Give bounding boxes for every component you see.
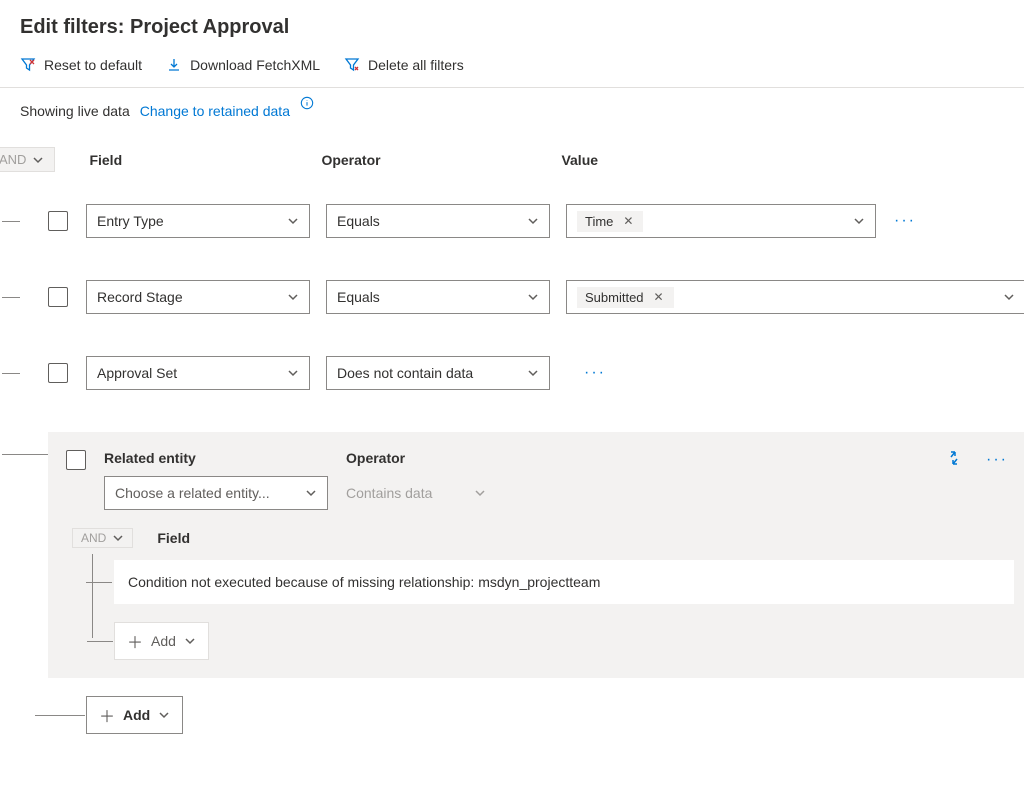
change-to-retained-data-link[interactable]: Change to retained data [140, 103, 290, 119]
delete-all-filters-button[interactable]: Delete all filters [344, 57, 464, 73]
row-more-button[interactable]: ··· [578, 364, 612, 382]
divider [0, 87, 1024, 88]
value-tag: Submitted ✕ [577, 287, 674, 308]
showing-live-data-label: Showing live data [20, 103, 130, 119]
chevron-down-icon [32, 154, 44, 166]
chevron-down-icon [287, 367, 299, 379]
related-more-button[interactable]: ··· [980, 451, 1014, 469]
chevron-down-icon [287, 215, 299, 227]
download-fetchxml-button[interactable]: Download FetchXML [166, 57, 320, 73]
download-icon [166, 57, 182, 73]
chevron-down-icon [112, 532, 124, 544]
chevron-down-icon [853, 215, 865, 227]
related-entity-group: Related entity Choose a related entity..… [48, 432, 1024, 678]
row-more-button[interactable]: ··· [888, 212, 922, 230]
filter-group: AND Field Operator Value Entry Type [20, 147, 1004, 734]
page-title: Edit filters: Project Approval [20, 16, 1004, 39]
plus-icon: ＋ [127, 629, 143, 653]
inner-add-button[interactable]: ＋ Add [114, 622, 209, 660]
row-checkbox[interactable] [48, 211, 68, 231]
chevron-down-icon [158, 709, 170, 721]
remove-tag-icon[interactable]: ✕ [652, 290, 666, 304]
related-entity-label: Related entity [104, 450, 328, 466]
toolbar: Reset to default Download FetchXML Delet… [20, 57, 1004, 73]
chevron-down-icon [527, 291, 539, 303]
chevron-down-icon [474, 487, 486, 499]
data-mode-row: Showing live data Change to retained dat… [20, 102, 1004, 119]
reset-to-default-button[interactable]: Reset to default [20, 57, 142, 73]
related-operator-label: Operator [346, 450, 496, 466]
condition-row: Entry Type Equals Time ✕ ··· [20, 204, 1024, 238]
chevron-down-icon [287, 291, 299, 303]
row-checkbox[interactable] [66, 450, 86, 470]
group-operator-chip[interactable]: AND [0, 147, 55, 172]
row-checkbox[interactable] [48, 363, 68, 383]
filter-delete-icon [344, 57, 360, 73]
remove-tag-icon[interactable]: ✕ [621, 214, 635, 228]
column-header-operator: Operator [321, 152, 561, 168]
value-tag: Time ✕ [577, 211, 643, 232]
condition-row: Approval Set Does not contain data ··· [20, 356, 1024, 390]
info-icon[interactable] [300, 96, 314, 113]
operator-select[interactable]: Equals [326, 204, 550, 238]
column-header-field: Field [89, 152, 321, 168]
plus-icon: ＋ [99, 703, 115, 727]
condition-error-message: Condition not executed because of missin… [114, 560, 1014, 604]
inner-group-operator-chip[interactable]: AND [72, 528, 133, 548]
inner-field-header: Field [157, 530, 190, 546]
chevron-down-icon [527, 367, 539, 379]
field-select[interactable]: Entry Type [86, 204, 310, 238]
chevron-down-icon [1003, 291, 1015, 303]
field-select[interactable]: Record Stage [86, 280, 310, 314]
chevron-down-icon [527, 215, 539, 227]
row-checkbox[interactable] [48, 287, 68, 307]
add-button[interactable]: ＋ Add [86, 696, 183, 734]
value-select[interactable]: Submitted ✕ [566, 280, 1024, 314]
chevron-down-icon [184, 635, 196, 647]
chevron-down-icon [305, 487, 317, 499]
filter-reset-icon [20, 57, 36, 73]
column-header-value: Value [561, 152, 871, 168]
related-entity-select[interactable]: Choose a related entity... [104, 476, 328, 510]
condition-row: Record Stage Equals Submitted ✕ ··· [20, 280, 1024, 314]
operator-select[interactable]: Equals [326, 280, 550, 314]
inner-group: AND Field Condition not executed because… [66, 528, 1014, 660]
value-select[interactable]: Time ✕ [566, 204, 876, 238]
related-operator-select: Contains data [346, 476, 496, 510]
operator-select[interactable]: Does not contain data [326, 356, 550, 390]
field-select[interactable]: Approval Set [86, 356, 310, 390]
collapse-icon[interactable] [946, 450, 962, 469]
